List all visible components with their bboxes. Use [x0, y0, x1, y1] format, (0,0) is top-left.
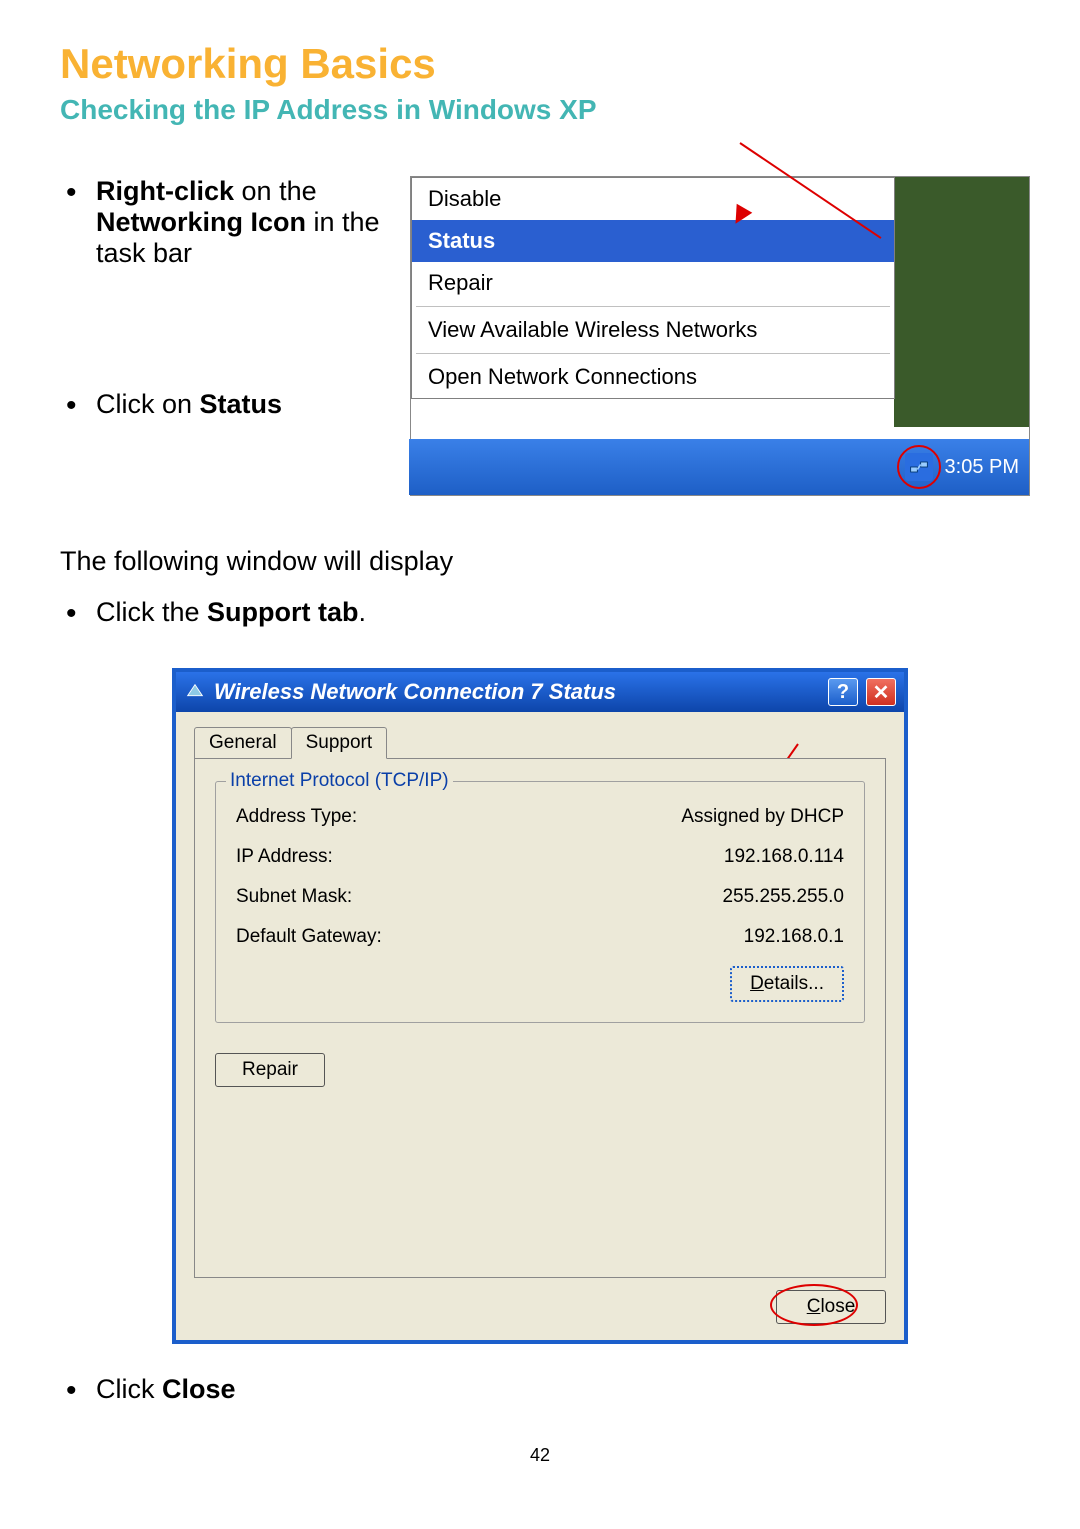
tab-general[interactable]: General — [194, 727, 292, 759]
instruction-step-4: Click Close — [96, 1374, 1020, 1405]
tab-panel-support: Internet Protocol (TCP/IP) Address Type:… — [194, 758, 886, 1278]
titlebar-close-button[interactable]: ✕ — [866, 678, 896, 706]
status-dialog: Wireless Network Connection 7 Status ? ✕… — [172, 668, 908, 1344]
label-ip-address: IP Address: — [236, 846, 333, 868]
tcpip-fieldset: Internet Protocol (TCP/IP) Address Type:… — [215, 781, 865, 1023]
details-button[interactable]: Details... — [730, 966, 844, 1002]
repair-button[interactable]: Repair — [215, 1053, 325, 1087]
dialog-title: Wireless Network Connection 7 Status — [214, 679, 616, 705]
menu-item-status[interactable]: Status — [412, 220, 894, 262]
taskbar-clock: 3:05 PM — [945, 456, 1019, 479]
instruction-step-1: Right-click on the Networking Icon in th… — [96, 176, 390, 269]
close-button[interactable]: Close — [776, 1290, 886, 1324]
text: Click the — [96, 597, 207, 627]
instruction-step-3: Click the Support tab. — [96, 597, 1020, 628]
network-icon — [909, 457, 929, 477]
tab-support[interactable]: Support — [291, 727, 388, 759]
text-bold: Close — [162, 1374, 236, 1404]
wireless-icon — [184, 681, 206, 703]
value-default-gateway: 192.168.0.1 — [744, 926, 844, 948]
menu-item-view-networks[interactable]: View Available Wireless Networks — [412, 309, 894, 351]
text-bold: Networking Icon — [96, 207, 306, 237]
text-bold: Support tab — [207, 597, 358, 627]
instruction-mid-text: The following window will display — [60, 546, 1020, 577]
dialog-titlebar: Wireless Network Connection 7 Status ? ✕ — [176, 672, 904, 712]
menu-separator — [416, 306, 890, 307]
context-menu: Disable Status Repair View Available Wir… — [411, 177, 895, 399]
row-default-gateway: Default Gateway: 192.168.0.1 — [236, 926, 844, 948]
menu-separator — [416, 353, 890, 354]
menu-item-repair[interactable]: Repair — [412, 262, 894, 304]
fieldset-legend: Internet Protocol (TCP/IP) — [226, 770, 453, 792]
context-menu-screenshot: Disable Status Repair View Available Wir… — [410, 176, 1030, 496]
value-address-type: Assigned by DHCP — [681, 806, 844, 828]
row-ip-address: IP Address: 192.168.0.114 — [236, 846, 844, 868]
label-default-gateway: Default Gateway: — [236, 926, 382, 948]
text: Click on — [96, 389, 200, 419]
dialog-tabs: General Support — [194, 726, 886, 758]
page-number: 42 — [60, 1445, 1020, 1466]
text-bold: Right-click — [96, 176, 234, 206]
text: on the — [234, 176, 317, 206]
value-subnet-mask: 255.255.255.0 — [722, 886, 844, 908]
text-bold: Status — [200, 389, 283, 419]
text: Click — [96, 1374, 162, 1404]
menu-item-open-connections[interactable]: Open Network Connections — [412, 356, 894, 398]
instruction-step-2: Click on Status — [96, 389, 390, 420]
page-title: Networking Basics — [60, 40, 1020, 88]
label-address-type: Address Type: — [236, 806, 357, 828]
page-subtitle: Checking the IP Address in Windows XP — [60, 94, 1020, 126]
label-subnet-mask: Subnet Mask: — [236, 886, 352, 908]
close-button-rest: lose — [820, 1296, 855, 1317]
details-button-rest: etails... — [764, 973, 824, 994]
network-tray-icon[interactable] — [905, 453, 933, 481]
help-button[interactable]: ? — [828, 678, 858, 706]
value-ip-address: 192.168.0.114 — [724, 846, 844, 868]
taskbar: 3:05 PM — [409, 439, 1029, 495]
row-subnet-mask: Subnet Mask: 255.255.255.0 — [236, 886, 844, 908]
text: . — [359, 597, 367, 627]
row-address-type: Address Type: Assigned by DHCP — [236, 806, 844, 828]
desktop-background — [894, 177, 1029, 427]
